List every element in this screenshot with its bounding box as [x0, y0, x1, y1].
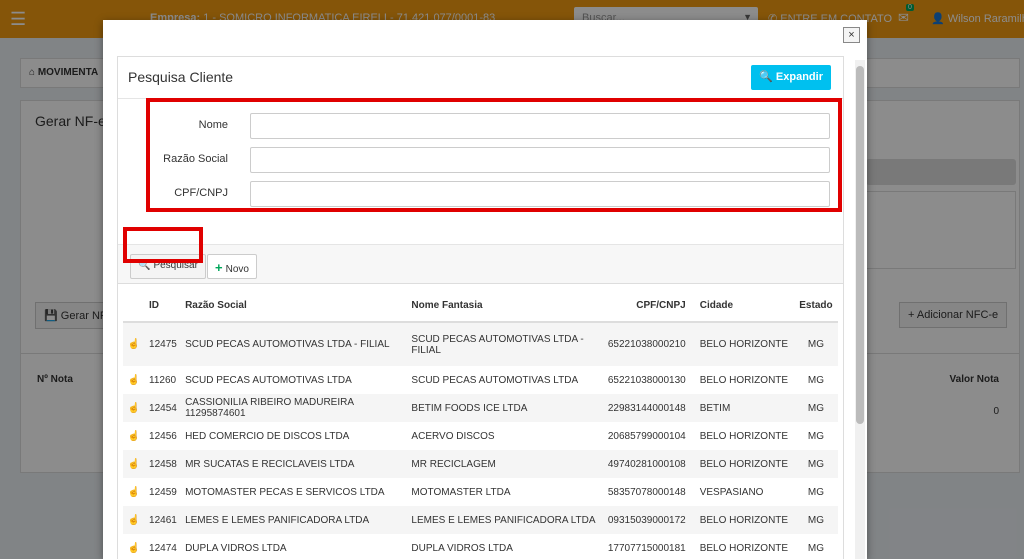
cell-cidade: BELO HORIZONTE	[699, 374, 789, 386]
search-icon: 🔍	[759, 71, 773, 83]
cell-id: 12459	[149, 486, 177, 498]
cell-cpf: 20685799000104	[607, 430, 686, 442]
cell-cpf: 65221038000210	[607, 339, 686, 350]
cell-id: 12475	[149, 339, 177, 350]
cell-cidade: VESPASIANO	[699, 486, 764, 498]
select-hand-icon[interactable]: ☝	[123, 422, 145, 450]
cell-cpf: 17707715000181	[607, 542, 686, 554]
cell-uf: MG	[807, 542, 824, 554]
razao-social-input[interactable]	[250, 147, 830, 173]
cell-id: 12454	[149, 402, 177, 414]
cell-uf: MG	[807, 374, 824, 386]
table-row[interactable]: ☝ 11260 SCUD PECAS AUTOMOTIVAS LTDA SCUD…	[123, 366, 838, 394]
cell-id: 11260	[149, 374, 177, 386]
select-hand-icon[interactable]: ☝	[123, 450, 145, 478]
cell-razao: HED COMERCIO DE DISCOS LTDA	[185, 430, 350, 442]
select-hand-icon[interactable]: ☝	[123, 534, 145, 559]
nome-input[interactable]	[250, 113, 830, 139]
table-row[interactable]: ☝ 12459 MOTOMASTER PECAS E SERVICOS LTDA…	[123, 478, 838, 506]
col-select	[123, 290, 146, 323]
cell-uf: MG	[807, 514, 824, 526]
col-cidade[interactable]: Cidade	[689, 290, 794, 323]
search-panel: Pesquisa Cliente 🔍 Expandir Nome Razão S…	[117, 56, 844, 286]
col-cpf-cnpj[interactable]: CPF/CNPJ	[603, 290, 690, 323]
modal-scrollbar[interactable]	[855, 60, 865, 559]
panel-footer: 🔍 Pesquisar + Novo	[118, 244, 843, 286]
cpf-row: CPF/CNPJ	[118, 181, 845, 207]
cell-cidade: BELO HORIZONTE	[699, 339, 789, 350]
cell-fantasia: LEMES E LEMES PANIFICADORA LTDA	[411, 514, 596, 526]
nome-label: Nome	[198, 119, 228, 131]
cell-id: 12456	[149, 430, 177, 442]
select-hand-icon[interactable]: ☝	[123, 366, 145, 394]
cell-uf: MG	[807, 430, 824, 442]
table-row[interactable]: ☝ 12475 SCUD PECAS AUTOMOTIVAS LTDA - FI…	[123, 322, 838, 366]
cell-id: 12461	[149, 514, 177, 526]
cell-fantasia: SCUD PECAS AUTOMOTIVAS LTDA	[411, 374, 579, 386]
col-id[interactable]: ID	[145, 290, 182, 323]
cell-id: 12474	[149, 542, 177, 554]
select-hand-icon[interactable]: ☝	[123, 394, 145, 422]
razao-label: Razão Social	[163, 153, 228, 165]
clientes-table: ID Razão Social Nome Fantasia CPF/CNPJ C…	[123, 290, 838, 559]
cell-uf: MG	[807, 339, 824, 350]
cell-cpf: 49740281000108	[607, 458, 686, 470]
cell-cpf: 58357078000148	[607, 486, 686, 498]
table-row[interactable]: ☝ 12454 CASSIONILIA RIBEIRO MADUREIRA 11…	[123, 394, 838, 422]
cell-fantasia: MOTOMASTER LTDA	[411, 486, 511, 498]
cell-razao: MR SUCATAS E RECICLAVEIS LTDA	[185, 458, 355, 470]
pesquisa-cliente-modal: × Pesquisa Cliente 🔍 Expandir Nome Razão…	[103, 20, 867, 559]
cell-cidade: BELO HORIZONTE	[699, 430, 789, 442]
col-nome-fantasia[interactable]: Nome Fantasia	[407, 290, 604, 323]
cell-cidade: BELO HORIZONTE	[699, 458, 789, 470]
cell-cpf: 09315039000172	[607, 514, 686, 526]
select-hand-icon[interactable]: ☝	[123, 322, 145, 366]
select-hand-icon[interactable]: ☝	[123, 506, 145, 534]
modal-title: Pesquisa Cliente	[128, 69, 234, 85]
col-estado[interactable]: Estado	[793, 290, 838, 323]
table-row[interactable]: ☝ 12456 HED COMERCIO DE DISCOS LTDA ACER…	[123, 422, 838, 450]
cell-cidade: BETIM	[699, 402, 731, 414]
table-row[interactable]: ☝ 12458 MR SUCATAS E RECICLAVEIS LTDA MR…	[123, 450, 838, 478]
panel-header: Pesquisa Cliente 🔍 Expandir	[118, 57, 843, 99]
cell-id: 12458	[149, 458, 177, 470]
cell-fantasia: MR RECICLAGEM	[411, 458, 496, 470]
results-panel: ID Razão Social Nome Fantasia CPF/CNPJ C…	[117, 283, 844, 559]
cell-fantasia: BETIM FOODS ICE LTDA	[411, 402, 528, 414]
cell-uf: MG	[807, 458, 824, 470]
table-header-row: ID Razão Social Nome Fantasia CPF/CNPJ C…	[123, 290, 838, 323]
cell-razao: DUPLA VIDROS LTDA	[185, 542, 287, 554]
cpf-cnpj-input[interactable]	[250, 181, 830, 207]
razao-row: Razão Social	[118, 147, 845, 173]
cell-cidade: BELO HORIZONTE	[699, 514, 789, 526]
cell-razao: MOTOMASTER PECAS E SERVICOS LTDA	[185, 486, 385, 498]
table-row[interactable]: ☝ 12474 DUPLA VIDROS LTDA DUPLA VIDROS L…	[123, 534, 838, 559]
select-hand-icon[interactable]: ☝	[123, 478, 145, 506]
cell-fantasia: SCUD PECAS AUTOMOTIVAS LTDA - FILIAL	[411, 333, 584, 356]
cell-cpf: 65221038000130	[607, 374, 686, 386]
cell-razao: LEMES E LEMES PANIFICADORA LTDA	[185, 514, 370, 526]
table-row[interactable]: ☝ 12461 LEMES E LEMES PANIFICADORA LTDA …	[123, 506, 838, 534]
cell-cidade: BELO HORIZONTE	[699, 542, 789, 554]
close-button[interactable]: ×	[843, 27, 860, 43]
cell-uf: MG	[807, 486, 824, 498]
cell-razao: SCUD PECAS AUTOMOTIVAS LTDA	[185, 374, 352, 386]
expandir-button[interactable]: 🔍 Expandir	[751, 65, 831, 90]
pesquisar-button[interactable]: 🔍 Pesquisar	[130, 254, 206, 279]
col-razao-social[interactable]: Razão Social	[181, 290, 408, 323]
novo-button[interactable]: + Novo	[207, 254, 257, 279]
cell-uf: MG	[807, 402, 824, 414]
scrollbar-thumb[interactable]	[856, 66, 864, 424]
cell-razao: CASSIONILIA RIBEIRO MADUREIRA 1129587460…	[185, 397, 354, 419]
cell-cpf: 22983144000148	[607, 402, 686, 414]
cell-fantasia: ACERVO DISCOS	[411, 430, 495, 442]
cell-razao: SCUD PECAS AUTOMOTIVAS LTDA - FILIAL	[185, 339, 390, 350]
search-icon: 🔍	[138, 260, 151, 271]
plus-icon: +	[215, 260, 223, 275]
cell-fantasia: DUPLA VIDROS LTDA	[411, 542, 513, 554]
nome-row: Nome	[118, 113, 845, 139]
cpf-label: CPF/CNPJ	[174, 187, 228, 199]
